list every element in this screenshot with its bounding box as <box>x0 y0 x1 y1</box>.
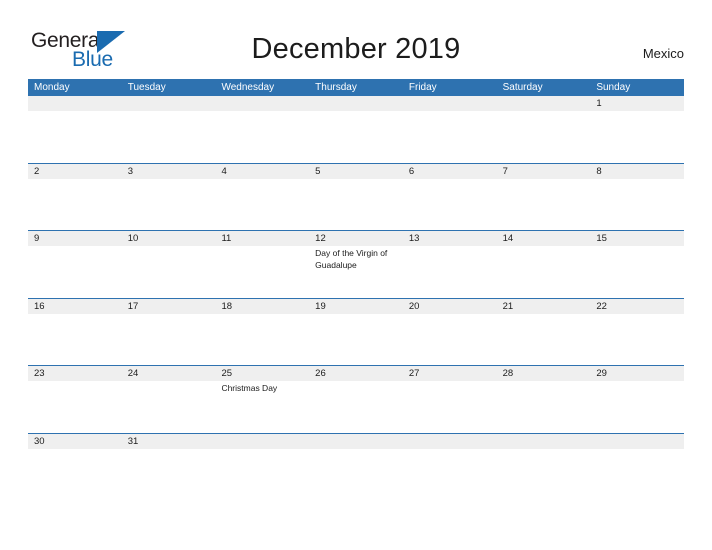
dow-saturday: Saturday <box>502 82 543 93</box>
day-cell[interactable]: 7 <box>497 164 591 231</box>
day-number: 25 <box>221 368 233 379</box>
day-cell[interactable]: 11 <box>215 231 309 298</box>
dow-sunday: Sunday <box>596 82 631 93</box>
dow-wednesday: Wednesday <box>221 82 275 93</box>
dow-monday: Monday <box>34 82 70 93</box>
day-cell[interactable]: 6 <box>403 164 497 231</box>
week-row: 23 24 25 Christmas Day 26 27 28 29 <box>28 365 684 433</box>
day-number: 22 <box>596 300 607 312</box>
day-cell[interactable]: 25 Christmas Day <box>215 366 309 433</box>
day-cell[interactable]: 9 <box>28 231 122 298</box>
day-number: 6 <box>408 165 415 177</box>
country-label: Mexico <box>642 46 684 61</box>
day-number: 5 <box>315 165 321 177</box>
page-header: General Blue December 2019 Mexico <box>0 0 712 78</box>
day-of-week-header: Monday Tuesday Wednesday Thursday Friday… <box>28 79 684 96</box>
day-number: 20 <box>408 300 420 312</box>
day-cell[interactable] <box>497 434 591 462</box>
day-cell[interactable]: 15 <box>590 231 684 298</box>
day-cell[interactable] <box>403 96 497 163</box>
day-cell[interactable]: 4 <box>215 164 309 231</box>
day-cell[interactable]: 20 <box>403 299 497 366</box>
day-number: 16 <box>34 300 45 312</box>
day-cell[interactable] <box>215 96 309 163</box>
week-row: 2 3 4 5 6 7 8 <box>28 162 684 231</box>
holiday-label: Christmas Day <box>221 383 278 393</box>
day-number: 2 <box>34 165 40 177</box>
day-cell[interactable]: 18 <box>215 299 309 366</box>
day-number: 18 <box>221 300 233 312</box>
day-cell[interactable]: 22 <box>590 299 684 366</box>
week-row: 16 17 18 19 20 21 22 <box>28 297 684 366</box>
day-cell[interactable]: 26 <box>309 366 403 433</box>
day-cell[interactable] <box>309 96 403 163</box>
calendar-grid: Monday Tuesday Wednesday Thursday Friday… <box>28 79 684 462</box>
day-number: 13 <box>408 233 420 244</box>
day-cell[interactable] <box>309 434 403 462</box>
day-number: 9 <box>34 233 40 244</box>
day-cell[interactable]: 17 <box>122 299 216 366</box>
day-number: 27 <box>408 368 420 379</box>
day-number: 26 <box>315 368 326 379</box>
day-cell[interactable]: 3 <box>122 164 216 231</box>
day-number: 4 <box>221 165 227 177</box>
day-cell[interactable]: 13 <box>403 231 497 298</box>
day-number: 7 <box>502 165 508 177</box>
day-number: 30 <box>34 435 45 447</box>
day-cell[interactable]: 14 <box>497 231 591 298</box>
day-number: 8 <box>596 165 602 177</box>
day-cell[interactable] <box>28 96 122 163</box>
day-cell[interactable]: 31 <box>122 434 216 462</box>
dow-thursday: Thursday <box>315 82 357 93</box>
day-cell[interactable]: 23 <box>28 366 122 433</box>
day-cell[interactable]: 5 <box>309 164 403 231</box>
day-cell[interactable] <box>403 434 497 462</box>
day-number: 28 <box>502 368 514 379</box>
day-number: 3 <box>127 165 134 177</box>
day-number: 15 <box>596 233 607 244</box>
day-number: 17 <box>127 300 139 312</box>
page-title: December 2019 <box>251 33 461 65</box>
day-number: 31 <box>127 435 139 447</box>
day-cell[interactable] <box>215 434 309 462</box>
day-number: 14 <box>502 233 514 244</box>
day-cell[interactable] <box>590 434 684 462</box>
day-cell[interactable] <box>497 96 591 163</box>
day-cell[interactable]: 12 Day of the Virgin of Guadalupe <box>309 231 403 298</box>
day-number: 21 <box>502 300 514 312</box>
calendar-page: General Blue December 2019 Mexico Monday… <box>0 0 712 550</box>
week-row: 30 31 <box>28 432 684 462</box>
day-number: 24 <box>127 368 139 379</box>
day-cell[interactable]: 16 <box>28 299 122 366</box>
day-cell[interactable]: 2 <box>28 164 122 231</box>
day-cell[interactable]: 29 <box>590 366 684 433</box>
day-cell[interactable] <box>122 96 216 163</box>
day-number: 11 <box>221 233 232 244</box>
day-cell[interactable]: 19 <box>309 299 403 366</box>
dow-tuesday: Tuesday <box>127 82 166 93</box>
day-cell[interactable]: 28 <box>497 366 591 433</box>
day-cell[interactable]: 10 <box>122 231 216 298</box>
day-number: 12 <box>315 233 326 244</box>
day-cell[interactable]: 1 <box>590 96 684 163</box>
week-row: 1 <box>28 96 684 163</box>
dow-friday: Friday <box>408 82 437 93</box>
day-number: 29 <box>596 368 607 379</box>
day-number: 1 <box>596 98 602 109</box>
day-cell[interactable]: 24 <box>122 366 216 433</box>
day-number: 10 <box>127 233 139 244</box>
day-cell[interactable]: 27 <box>403 366 497 433</box>
day-number: 23 <box>34 368 45 379</box>
week-row: 9 10 11 12 Day of the Virgin of Guadalup… <box>28 230 684 298</box>
day-cell[interactable]: 8 <box>590 164 684 231</box>
day-cell[interactable]: 21 <box>497 299 591 366</box>
day-number: 19 <box>315 300 326 312</box>
day-cell[interactable]: 30 <box>28 434 122 462</box>
holiday-label: Day of the Virgin of Guadalupe <box>315 248 388 270</box>
